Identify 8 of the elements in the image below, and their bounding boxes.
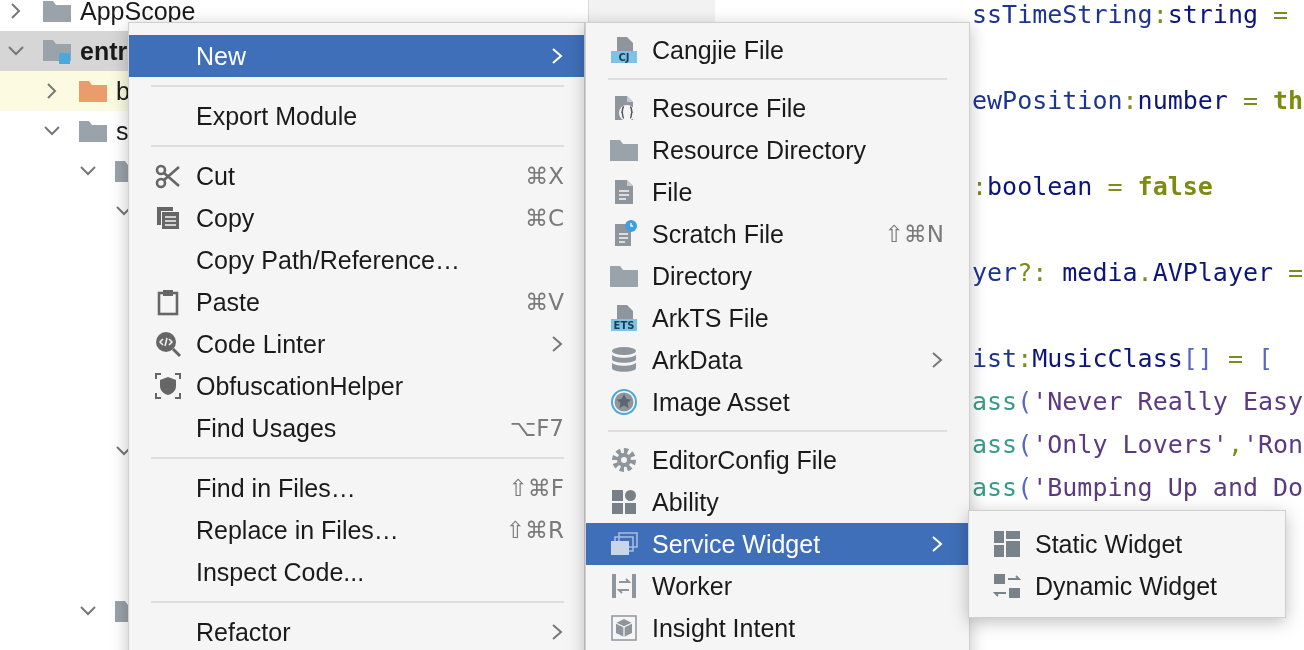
code-line: yer?: media.AVPlayer =	[972, 258, 1304, 289]
code-line: ssTimeString:string =	[972, 0, 1289, 31]
code-line: ist:MusicClass[] = [	[972, 344, 1274, 375]
code-line: ass('Only Lovers','Ron	[972, 430, 1304, 461]
code-line: :boolean = false	[972, 172, 1213, 203]
code-line: ewPosition:number = th	[972, 86, 1304, 117]
code-line: ass('Bumping Up and Do	[972, 473, 1304, 504]
code-line: ass('Never Really Easy	[972, 387, 1304, 418]
